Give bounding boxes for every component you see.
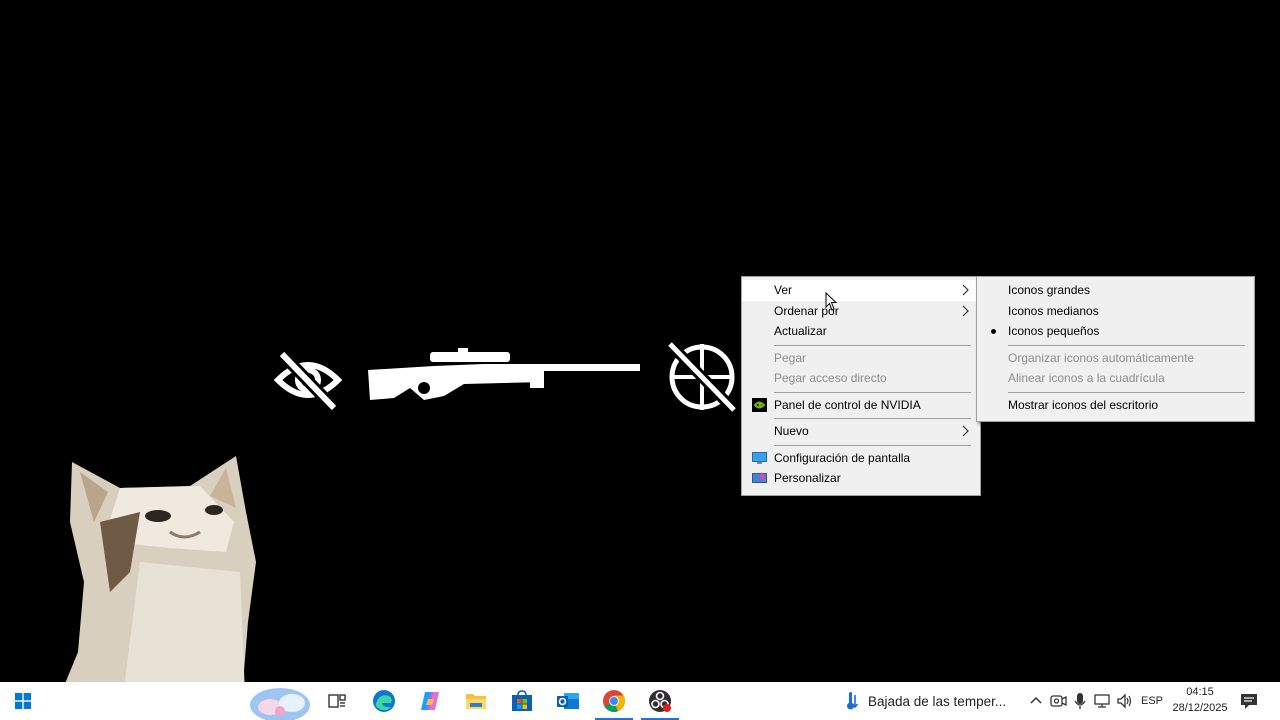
menu-separator (774, 344, 971, 346)
menu-item-nvidia-panel[interactable]: Panel de control de NVIDIA (742, 395, 980, 416)
microsoft-store-icon (512, 690, 532, 711)
menu-separator (1008, 344, 1245, 346)
menu-item-label: Iconos grandes (1008, 283, 1091, 297)
clock-date: 28/12/2025 (1172, 702, 1228, 714)
menu-item-ordenar-por[interactable]: Ordenar por (742, 301, 980, 322)
taskbar-task-view[interactable] (314, 682, 360, 720)
menu-item-label: Configuración de pantalla (774, 450, 911, 465)
eye-slash-icon (274, 349, 342, 413)
chevron-right-icon (962, 284, 969, 296)
menu-item-label: Mostrar iconos del escritorio (1008, 397, 1159, 412)
chevron-right-icon (962, 305, 969, 316)
selected-bullet-icon (991, 329, 996, 334)
submenu-item-iconos-medianos[interactable]: Iconos medianos (977, 301, 1254, 322)
chevron-up-icon[interactable] (1027, 690, 1045, 712)
view-submenu: Iconos grandes Iconos medianos Iconos pe… (976, 276, 1255, 422)
menu-separator (1008, 391, 1245, 393)
menu-item-configuracion-pantalla[interactable]: Configuración de pantalla (742, 448, 980, 469)
chrome-icon (603, 690, 626, 713)
personalize-icon (752, 472, 767, 483)
nvidia-icon (752, 397, 767, 412)
menu-item-actualizar[interactable]: Actualizar (742, 321, 980, 342)
clock[interactable]: 04:15 28/12/2025 (1166, 684, 1234, 716)
menu-item-ver[interactable]: Ver (742, 280, 980, 301)
language-indicator[interactable]: ESP (1141, 682, 1163, 720)
start-button[interactable] (0, 682, 46, 720)
menu-item-label: Alinear iconos a la cuadrícula (1008, 371, 1165, 385)
taskbar-file-explorer[interactable] (453, 682, 499, 720)
menu-separator (774, 418, 971, 419)
crosshair-slash-icon (666, 340, 738, 414)
taskbar-chrome[interactable] (591, 682, 637, 720)
menu-item-label: Iconos medianos (1008, 303, 1099, 318)
cat-meme (50, 456, 256, 720)
temperature-down-icon (847, 692, 859, 710)
microphone-icon[interactable] (1071, 690, 1089, 712)
menu-item-label: Actualizar (774, 324, 827, 338)
weather-text: Bajada de las temper... (868, 693, 1007, 709)
menu-item-label: Organizar iconos automáticamente (1008, 350, 1195, 365)
submenu-item-organizar-iconos[interactable]: Organizar iconos automáticamente (977, 348, 1254, 369)
edge-icon (373, 690, 395, 712)
copilot-icon (421, 692, 439, 710)
taskbar-microsoft-store[interactable] (499, 682, 545, 720)
outlook-icon (557, 693, 579, 709)
mouse-cursor-icon (825, 292, 838, 311)
submenu-item-iconos-grandes[interactable]: Iconos grandes (977, 280, 1254, 301)
sniper-rifle-icon (368, 348, 640, 400)
desktop[interactable]: Ver Ordenar por Actualizar Pegar Pegar a… (0, 0, 1280, 720)
file-explorer-icon (466, 694, 486, 709)
menu-item-label: Pegar (774, 350, 807, 365)
menu-item-label: Ver (774, 283, 793, 297)
search-highlight-icon[interactable] (248, 685, 314, 720)
weather-widget[interactable]: Bajada de las temper... (846, 682, 1006, 720)
clock-time: 04:15 (1186, 686, 1214, 698)
taskbar-obs[interactable] (637, 682, 683, 720)
menu-item-label: Pegar acceso directo (774, 371, 887, 385)
network-icon[interactable] (1093, 690, 1111, 712)
meet-now-icon[interactable] (1049, 690, 1067, 712)
task-view-icon (328, 694, 346, 708)
menu-item-label: Personalizar (774, 471, 841, 485)
chevron-right-icon (962, 425, 969, 437)
menu-item-label: Panel de control de NVIDIA (774, 397, 921, 412)
menu-item-pegar-acceso-directo[interactable]: Pegar acceso directo (742, 368, 980, 389)
desktop-context-menu: Ver Ordenar por Actualizar Pegar Pegar a… (741, 276, 981, 496)
menu-item-label: Nuevo (774, 424, 809, 438)
menu-item-nuevo[interactable]: Nuevo (742, 421, 980, 442)
windows-logo-icon (15, 693, 31, 709)
menu-item-pegar[interactable]: Pegar (742, 348, 980, 369)
volume-icon[interactable] (1116, 690, 1134, 712)
menu-separator (774, 391, 971, 393)
taskbar-outlook[interactable] (545, 682, 591, 720)
taskbar-copilot[interactable] (407, 682, 453, 720)
notifications-icon[interactable] (1238, 690, 1260, 712)
submenu-item-alinear-iconos[interactable]: Alinear iconos a la cuadrícula (977, 368, 1254, 389)
menu-separator (774, 444, 971, 446)
menu-item-personalizar[interactable]: Personalizar (742, 468, 980, 489)
obs-icon (649, 690, 671, 712)
menu-item-label: Iconos pequeños (1008, 324, 1100, 338)
taskbar-edge[interactable] (361, 682, 407, 720)
display-icon (752, 451, 767, 464)
submenu-item-iconos-pequenos[interactable]: Iconos pequeños (977, 321, 1254, 342)
submenu-item-mostrar-iconos[interactable]: Mostrar iconos del escritorio (977, 395, 1254, 416)
